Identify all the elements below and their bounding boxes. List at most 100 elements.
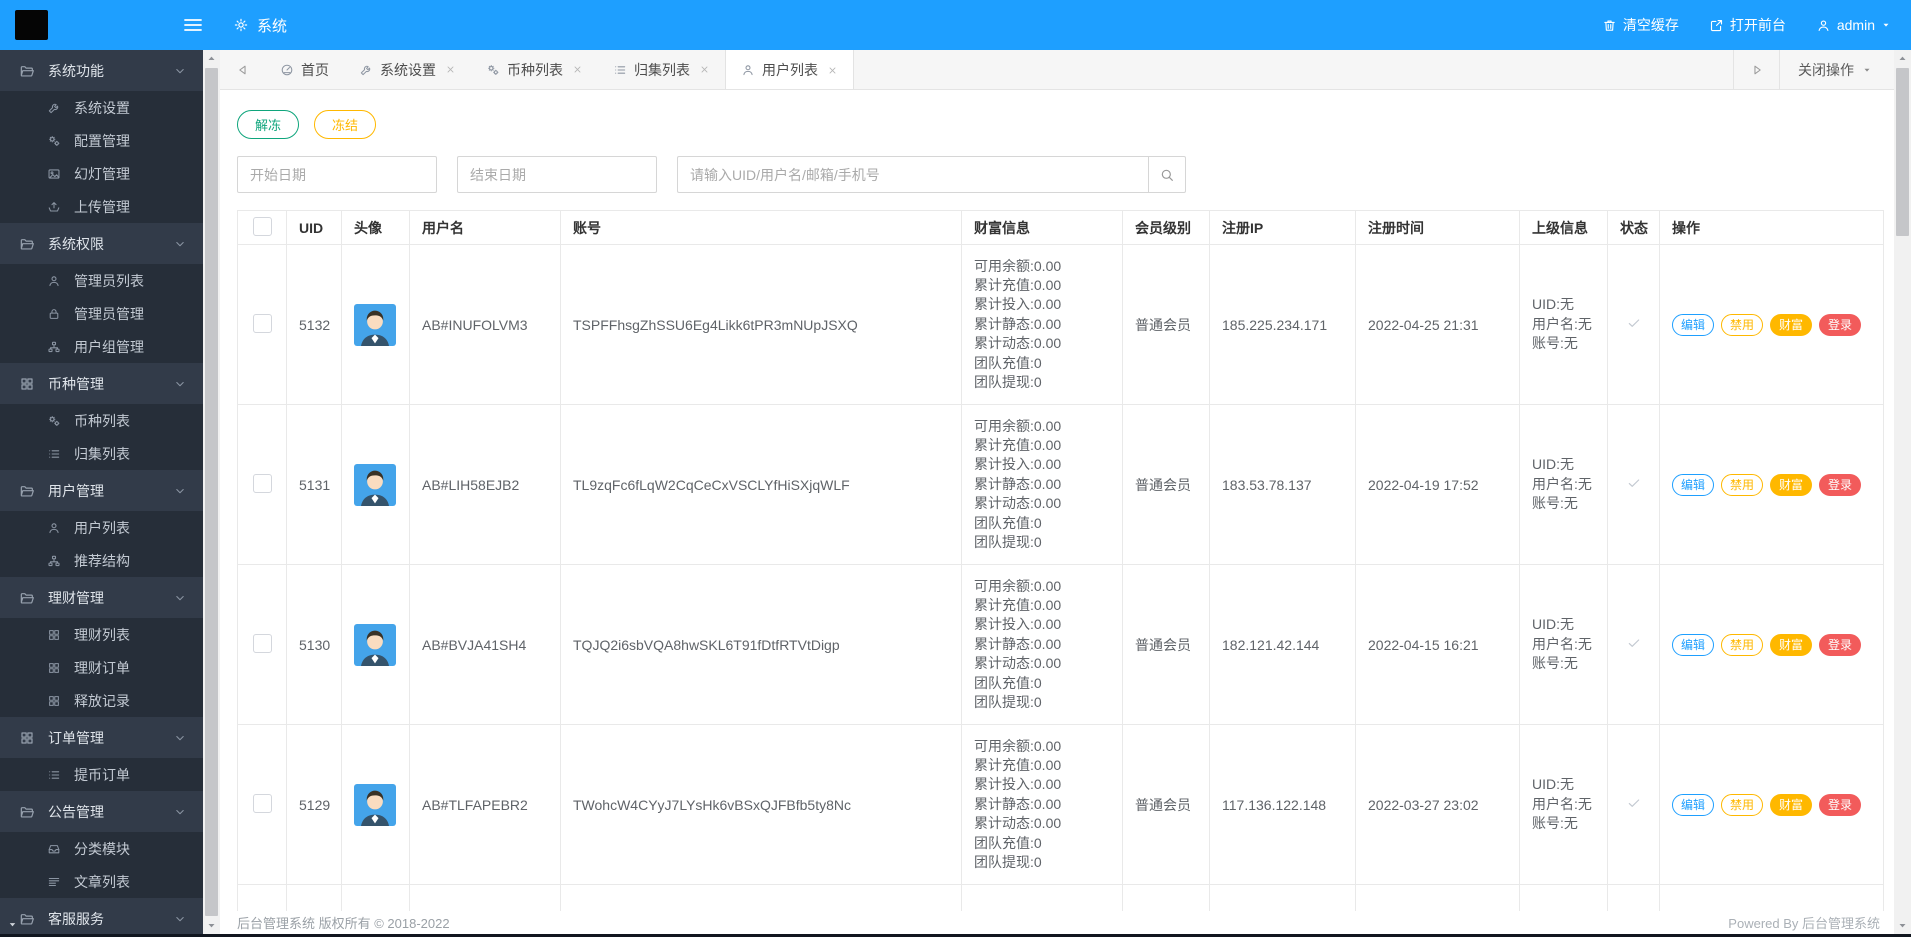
login-button[interactable]: 登录 bbox=[1819, 633, 1862, 656]
username-cell: AB#LIH58EJB2 bbox=[409, 404, 561, 565]
wealth-button[interactable]: 财富 bbox=[1770, 793, 1813, 816]
tab-close-icon[interactable] bbox=[572, 64, 583, 75]
sidebar-item-child[interactable]: 分类模块 bbox=[0, 832, 203, 865]
sidebar-item-child[interactable]: 用户列表 bbox=[0, 511, 203, 544]
sidebar-item-parent[interactable]: 理财管理 bbox=[0, 577, 203, 618]
wealth-line: 累计充值:0.00 bbox=[974, 276, 1062, 293]
register-ip-cell: 182.121.42.144 bbox=[1209, 564, 1356, 725]
search-input[interactable] bbox=[677, 156, 1148, 193]
disable-button[interactable]: 禁用 bbox=[1721, 793, 1764, 816]
uid-cell: 5132 bbox=[286, 244, 342, 405]
main-scrollbar[interactable] bbox=[1894, 50, 1911, 934]
sidebar-scroll-thumb[interactable] bbox=[205, 68, 218, 916]
main-scroll-thumb[interactable] bbox=[1896, 68, 1909, 236]
register-time-cell: 2022-04-15 16:21 bbox=[1355, 564, 1520, 725]
parent-info-cell: UID:无 用户名:无 账号:无 bbox=[1519, 244, 1608, 405]
wealth-line: 累计充值:0.00 bbox=[974, 436, 1062, 453]
wealth-button[interactable]: 财富 bbox=[1770, 313, 1813, 336]
sidebar-item-child[interactable]: 文章列表 bbox=[0, 865, 203, 898]
clear-cache-button[interactable]: 清空缓存 bbox=[1602, 15, 1679, 35]
folder-icon bbox=[19, 483, 35, 499]
sidebar-item-child[interactable]: 推荐结构 bbox=[0, 544, 203, 577]
user-icon bbox=[1816, 18, 1831, 33]
scroll-down-icon[interactable] bbox=[1894, 917, 1911, 934]
tab-scroll-right-button[interactable] bbox=[1734, 63, 1779, 77]
edit-button[interactable]: 编辑 bbox=[1672, 793, 1715, 816]
freeze-button[interactable]: 冻结 bbox=[314, 110, 377, 139]
sidebar-scrollbar[interactable] bbox=[203, 50, 220, 934]
end-date-input[interactable] bbox=[457, 156, 657, 193]
disable-button[interactable]: 禁用 bbox=[1721, 313, 1764, 336]
scroll-down-icon[interactable] bbox=[203, 917, 220, 934]
sidebar-item-child[interactable]: 管理员管理 bbox=[0, 297, 203, 330]
tab-close-icon[interactable] bbox=[445, 64, 456, 75]
chevron-down-icon bbox=[173, 805, 187, 819]
disable-button[interactable]: 禁用 bbox=[1721, 633, 1764, 656]
cogs-icon bbox=[486, 63, 500, 77]
hamburger-icon[interactable] bbox=[181, 13, 205, 37]
admin-menu[interactable]: admin bbox=[1816, 17, 1891, 33]
close-operations-dropdown[interactable]: 关闭操作 bbox=[1779, 50, 1894, 89]
edit-button[interactable]: 编辑 bbox=[1672, 313, 1715, 336]
grid-icon bbox=[19, 730, 35, 746]
tab-label: 币种列表 bbox=[507, 61, 563, 78]
wealth-button[interactable]: 财富 bbox=[1770, 633, 1813, 656]
sidebar-item-parent[interactable]: 订单管理 bbox=[0, 717, 203, 758]
sidebar-item-child[interactable]: 币种列表 bbox=[0, 404, 203, 437]
login-button[interactable]: 登录 bbox=[1819, 793, 1862, 816]
disable-button[interactable]: 禁用 bbox=[1721, 473, 1764, 496]
sidebar-item-parent[interactable]: 客服服务 bbox=[0, 898, 203, 937]
edit-button[interactable]: 编辑 bbox=[1672, 473, 1715, 496]
tab-home[interactable]: 首页 bbox=[265, 50, 344, 89]
sidebar-item-child[interactable]: 提币订单 bbox=[0, 758, 203, 791]
avatar bbox=[354, 783, 396, 826]
tab-scroll-left-button[interactable] bbox=[220, 50, 265, 89]
tab-system-settings[interactable]: 系统设置 bbox=[344, 50, 471, 89]
select-all-checkbox[interactable] bbox=[252, 216, 272, 236]
sidebar-item-parent[interactable]: 用户管理 bbox=[0, 470, 203, 511]
start-date-input[interactable] bbox=[237, 156, 437, 193]
tab-coin-list[interactable]: 币种列表 bbox=[471, 50, 598, 89]
brand-logo bbox=[15, 10, 48, 40]
filters bbox=[237, 156, 1894, 193]
edit-button[interactable]: 编辑 bbox=[1672, 633, 1715, 656]
tab-user-list[interactable]: 用户列表 bbox=[725, 50, 854, 89]
grid-icon bbox=[19, 376, 35, 392]
open-frontend-button[interactable]: 打开前台 bbox=[1709, 15, 1786, 35]
wealth-line: 团队充值:0 bbox=[974, 674, 1042, 691]
folder-icon bbox=[19, 236, 35, 252]
search-button[interactable] bbox=[1148, 156, 1186, 193]
sidebar-item-parent[interactable]: 币种管理 bbox=[0, 363, 203, 404]
table-row: 可用余额:0.00累计充值:0.00 bbox=[237, 884, 1884, 911]
sidebar-item-child[interactable]: 归集列表 bbox=[0, 437, 203, 470]
unfreeze-button[interactable]: 解冻 bbox=[237, 110, 300, 139]
tab-close-icon[interactable] bbox=[699, 64, 710, 75]
sidebar-item-child[interactable]: 管理员列表 bbox=[0, 264, 203, 297]
sidebar-item-child[interactable]: 用户组管理 bbox=[0, 330, 203, 363]
row-checkbox[interactable] bbox=[252, 793, 272, 813]
sidebar-item-child[interactable]: 释放记录 bbox=[0, 684, 203, 717]
sidebar-item-parent[interactable]: 系统权限 bbox=[0, 223, 203, 264]
scroll-up-icon[interactable] bbox=[203, 50, 220, 67]
app-title: 系统 bbox=[233, 0, 287, 50]
sidebar-item-child[interactable]: 理财订单 bbox=[0, 651, 203, 684]
sidebar-item-child[interactable]: 幻灯管理 bbox=[0, 157, 203, 190]
tab-close-icon[interactable] bbox=[827, 65, 838, 76]
sidebar-item-parent[interactable]: 公告管理 bbox=[0, 791, 203, 832]
wealth-cell: 可用余额:0.00 累计充值:0.00 累计投入:0.00 累计静态:0.00 累计动态… bbox=[961, 564, 1123, 725]
sidebar-item-child[interactable]: 配置管理 bbox=[0, 124, 203, 157]
row-checkbox[interactable] bbox=[252, 633, 272, 653]
sidebar-item-child[interactable]: 系统设置 bbox=[0, 91, 203, 124]
parent-info-line: 用户名:无 bbox=[1532, 795, 1592, 812]
sidebar-item-child[interactable]: 上传管理 bbox=[0, 190, 203, 223]
login-button[interactable]: 登录 bbox=[1819, 313, 1862, 336]
wealth-button[interactable]: 财富 bbox=[1770, 473, 1813, 496]
tab-collection-list[interactable]: 归集列表 bbox=[598, 50, 725, 89]
login-button[interactable]: 登录 bbox=[1819, 473, 1862, 496]
row-checkbox[interactable] bbox=[252, 473, 272, 493]
row-checkbox[interactable] bbox=[252, 313, 272, 333]
wealth-line: 累计充值:0.00 bbox=[974, 596, 1062, 613]
scroll-up-icon[interactable] bbox=[1894, 50, 1911, 67]
sidebar-item-parent[interactable]: 系统功能 bbox=[0, 50, 203, 91]
sidebar-item-child[interactable]: 理财列表 bbox=[0, 618, 203, 651]
